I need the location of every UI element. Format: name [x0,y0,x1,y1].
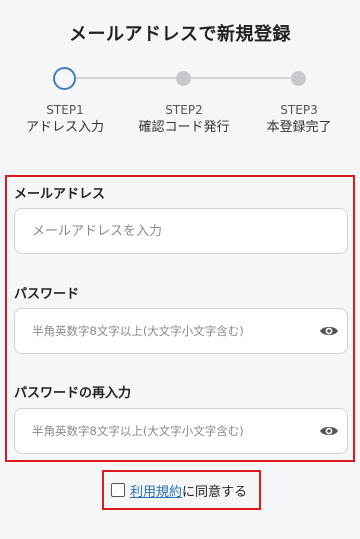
page-title: メールアドレスで新規登録 [69,24,291,45]
stepper-connector [76,77,176,79]
terms-link[interactable]: 利用規約 [130,485,182,500]
step3-indicator [291,71,306,86]
email-field[interactable] [14,208,348,254]
step-number: STEP2 [165,103,203,117]
terms-checkbox[interactable] [111,483,125,497]
step1-label: STEP1 アドレス入力 [10,102,120,136]
step-name: 確認コード発行 [138,120,230,135]
step1-indicator [53,67,76,90]
email-label: メールアドレス [14,187,106,202]
terms-suffix: に同意する [182,485,248,500]
eye-icon[interactable] [319,324,339,338]
step-name: 本登録完了 [266,120,332,135]
step2-label: STEP2 確認コード発行 [129,102,239,136]
password-confirm-label: パスワードの再入力 [14,386,132,401]
registration-stepper: STEP1 アドレス入力 STEP2 確認コード発行 STEP3 本登録完了 [0,64,360,144]
stepper-connector [191,77,291,79]
terms-label: 利用規約に同意する [130,481,247,500]
step-name: アドレス入力 [25,120,104,135]
step-number: STEP1 [46,103,84,117]
password-label: パスワード [14,287,80,302]
terms-agreement: 利用規約に同意する [102,470,261,510]
password-confirm-field[interactable] [14,408,348,454]
password-field[interactable] [14,308,348,354]
eye-icon[interactable] [319,424,339,438]
step2-indicator [176,71,191,86]
signup-page: メールアドレスで新規登録 STEP1 アドレス入力 STEP2 確認コード発行 … [0,0,360,539]
step3-label: STEP3 本登録完了 [244,102,354,136]
step-number: STEP3 [280,103,318,117]
registration-form: メールアドレス パスワード パスワードの再入力 [5,175,355,462]
